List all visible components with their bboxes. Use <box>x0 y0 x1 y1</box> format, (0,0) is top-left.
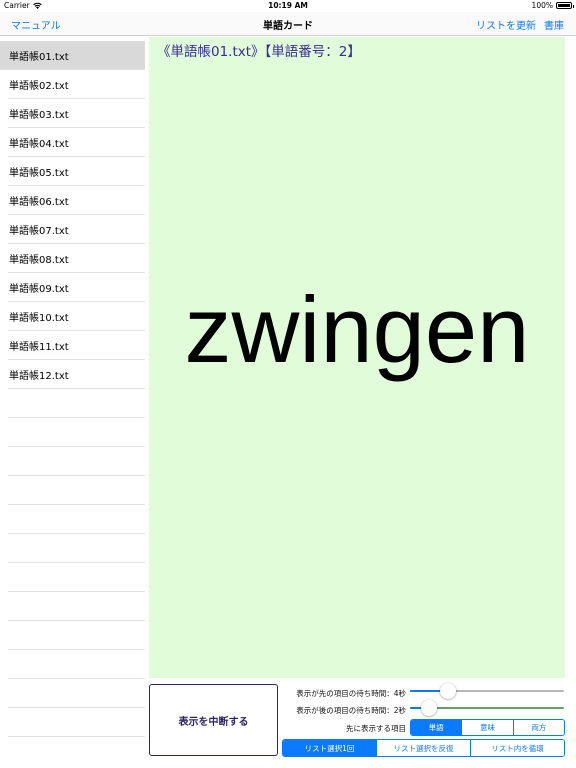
empty-row <box>8 563 145 592</box>
status-time: 10:19 AM <box>268 1 308 10</box>
list-item[interactable]: 単語帳03.txt <box>8 99 145 128</box>
empty-row <box>8 476 145 505</box>
list-item[interactable]: 単語帳10.txt <box>8 302 145 331</box>
segment-both[interactable]: 両方 <box>512 720 564 735</box>
empty-row <box>8 447 145 476</box>
first-wait-slider[interactable] <box>410 683 564 699</box>
empty-row <box>8 679 145 708</box>
first-wait-label: 表示が先の項目の待ち時間：4秒 <box>296 689 406 698</box>
status-bar: Carrier 10:19 AM 100% <box>0 0 576 12</box>
nav-right-buttons: リストを更新 書庫 <box>476 17 564 32</box>
empty-row <box>8 650 145 679</box>
empty-row <box>8 592 145 621</box>
segment-list-once[interactable]: リスト選択1回 <box>283 740 376 756</box>
battery-icon <box>556 2 574 9</box>
segment-list-repeat[interactable]: リスト選択を反復 <box>376 740 470 756</box>
list-item[interactable]: 単語帳02.txt <box>8 70 145 99</box>
first-item-segmented: 単語 意味 両方 <box>410 719 565 736</box>
nav-bar: マニュアル 単語カード リストを更新 書庫 <box>0 12 576 36</box>
card-header: 《単語帳01.txt》【単語番号：2】 <box>157 44 361 60</box>
card-word: zwingen <box>184 277 530 382</box>
list-mode-segmented: リスト選択1回 リスト選択を反復 リスト内を循環 <box>282 739 565 757</box>
file-list: 単語帳01.txt 単語帳02.txt 単語帳03.txt 単語帳04.txt … <box>0 41 145 768</box>
segment-list-cycle[interactable]: リスト内を循環 <box>470 740 564 756</box>
refresh-list-button[interactable]: リストを更新 <box>476 17 536 32</box>
list-item[interactable]: 単語帳06.txt <box>8 186 145 215</box>
empty-row <box>8 534 145 563</box>
list-item[interactable]: 単語帳12.txt <box>8 360 145 389</box>
list-item[interactable]: 単語帳04.txt <box>8 128 145 157</box>
word-card: 《単語帳01.txt》【単語番号：2】 zwingen <box>149 37 565 678</box>
segment-word[interactable]: 単語 <box>411 720 462 735</box>
empty-row <box>8 708 145 737</box>
list-item[interactable]: 単語帳11.txt <box>8 331 145 360</box>
segment-meaning[interactable]: 意味 <box>461 720 513 735</box>
empty-row <box>8 505 145 534</box>
empty-row <box>8 621 145 650</box>
second-wait-slider[interactable] <box>410 700 564 716</box>
list-item[interactable]: 単語帳05.txt <box>8 157 145 186</box>
status-right: 100% <box>531 1 574 10</box>
list-item[interactable]: 単語帳07.txt <box>8 215 145 244</box>
battery-percent: 100% <box>531 1 553 10</box>
list-item-selected[interactable]: 単語帳01.txt <box>0 41 145 70</box>
first-item-label: 先に表示する項目 <box>346 724 406 733</box>
first-wait-thumb[interactable] <box>440 683 456 699</box>
list-item[interactable]: 単語帳09.txt <box>8 273 145 302</box>
library-button[interactable]: 書庫 <box>544 17 564 32</box>
empty-row <box>8 389 145 418</box>
list-item[interactable]: 単語帳08.txt <box>8 244 145 273</box>
empty-row <box>8 418 145 447</box>
stop-display-button[interactable]: 表示を中断する <box>149 684 278 756</box>
second-wait-label: 表示が後の項目の待ち時間：2秒 <box>296 706 406 715</box>
second-wait-thumb[interactable] <box>421 700 437 716</box>
